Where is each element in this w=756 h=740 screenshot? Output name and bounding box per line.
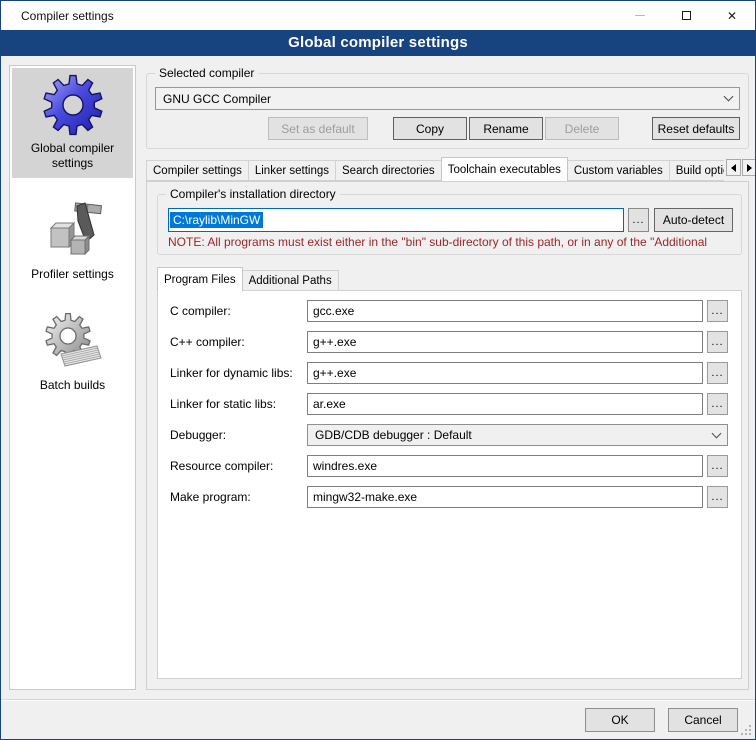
program-files-panel: C compiler: ... C++ compiler: ... Linker… — [157, 290, 742, 679]
reset-defaults-button[interactable]: Reset defaults — [652, 117, 740, 140]
chevron-down-icon — [712, 428, 722, 438]
field-label: Resource compiler: — [170, 459, 307, 473]
set-as-default-button[interactable]: Set as default — [268, 117, 368, 140]
titlebar[interactable]: Compiler settings ✕ — [1, 1, 755, 30]
field-row: Linker for dynamic libs: ... — [170, 362, 728, 384]
tab-scroll-right-button[interactable] — [742, 159, 756, 176]
resize-grip[interactable] — [749, 733, 751, 735]
toolchain-executables-panel: Compiler's installation directory C:\ray… — [146, 181, 749, 690]
blue-gear-icon — [41, 73, 105, 137]
rename-button[interactable]: Rename — [469, 117, 543, 140]
dialog-footer: OK Cancel — [1, 699, 755, 739]
static-linker-input[interactable] — [307, 393, 703, 415]
compiler-tabs: Compiler settings Linker settings Search… — [146, 156, 724, 181]
sidebar-item-label: Batch builds — [40, 378, 105, 393]
c-compiler-input[interactable] — [307, 300, 703, 322]
note-text: NOTE: All programs must exist either in … — [168, 235, 733, 249]
static-linker-browse-button[interactable]: ... — [707, 393, 728, 415]
field-label: Linker for static libs: — [170, 397, 307, 411]
sidebar-item-profiler-settings[interactable]: Profiler settings — [12, 194, 133, 289]
minimize-button[interactable] — [617, 1, 663, 30]
banner-title: Global compiler settings — [288, 34, 468, 51]
ok-button[interactable]: OK — [585, 708, 655, 732]
triangle-left-icon — [731, 164, 736, 172]
tab-build-options[interactable]: Build options — [669, 160, 724, 181]
tab-linker-settings[interactable]: Linker settings — [248, 160, 336, 181]
cancel-button[interactable]: Cancel — [668, 708, 738, 732]
main-content: Selected compiler GNU GCC Compiler Set a… — [146, 63, 749, 690]
browse-directory-button[interactable]: ... — [628, 208, 649, 232]
field-label: C++ compiler: — [170, 335, 307, 349]
tab-bar: Compiler settings Linker settings Search… — [146, 156, 749, 181]
dynamic-linker-browse-button[interactable]: ... — [707, 362, 728, 384]
selected-compiler-value: GNU GCC Compiler — [163, 92, 271, 106]
sidebar-item-label: Profiler settings — [31, 267, 114, 282]
make-program-input[interactable] — [307, 486, 703, 508]
c-compiler-browse-button[interactable]: ... — [707, 300, 728, 322]
close-button[interactable]: ✕ — [709, 1, 755, 30]
debugger-dropdown[interactable]: GDB/CDB debugger : Default — [307, 424, 728, 446]
field-row: Debugger: GDB/CDB debugger : Default — [170, 424, 728, 446]
cpp-compiler-browse-button[interactable]: ... — [707, 331, 728, 353]
field-row: Linker for static libs: ... — [170, 393, 728, 415]
field-row: Make program: ... — [170, 486, 728, 508]
installation-directory-group: Compiler's installation directory C:\ray… — [157, 194, 742, 255]
compiler-buttons-row: Set as default Copy Rename Delete Reset … — [155, 117, 740, 140]
chevron-down-icon — [724, 92, 734, 102]
delete-button[interactable]: Delete — [545, 117, 619, 140]
field-row: Resource compiler: ... — [170, 455, 728, 477]
program-files-tab-bar: Program Files Additional Paths — [157, 267, 748, 291]
copy-button[interactable]: Copy — [393, 117, 467, 140]
debugger-value: GDB/CDB debugger : Default — [315, 428, 472, 442]
subtab-program-files[interactable]: Program Files — [157, 267, 243, 292]
tab-scroll-left-button[interactable] — [726, 159, 741, 176]
close-icon: ✕ — [727, 10, 737, 22]
caliper-icon — [41, 199, 105, 263]
field-label: C compiler: — [170, 304, 307, 318]
resource-compiler-browse-button[interactable]: ... — [707, 455, 728, 477]
window-title: Compiler settings — [1, 9, 114, 23]
sidebar-item-label: Global compiler settings — [14, 141, 131, 171]
subtab-additional-paths[interactable]: Additional Paths — [242, 270, 339, 291]
maximize-button[interactable] — [663, 1, 709, 30]
tab-search-directories[interactable]: Search directories — [335, 160, 442, 181]
tab-toolchain-executables[interactable]: Toolchain executables — [441, 157, 568, 181]
installation-directory-input[interactable]: C:\raylib\MinGW — [168, 208, 624, 232]
selected-compiler-dropdown[interactable]: GNU GCC Compiler — [155, 87, 740, 110]
tab-custom-variables[interactable]: Custom variables — [567, 160, 670, 181]
resource-compiler-input[interactable] — [307, 455, 703, 477]
minimize-icon — [635, 15, 645, 16]
installation-directory-row: C:\raylib\MinGW ... Auto-detect — [168, 208, 733, 232]
compiler-settings-dialog: Compiler settings ✕ Global compiler sett… — [0, 0, 756, 740]
window-controls: ✕ — [617, 1, 755, 30]
triangle-right-icon — [747, 164, 752, 172]
gray-gear-stack-icon — [41, 310, 105, 374]
dynamic-linker-input[interactable] — [307, 362, 703, 384]
tab-compiler-settings[interactable]: Compiler settings — [146, 160, 249, 181]
sidebar-item-global-compiler-settings[interactable]: Global compiler settings — [12, 68, 133, 178]
field-label: Make program: — [170, 490, 307, 504]
field-row: C++ compiler: ... — [170, 331, 728, 353]
auto-detect-button[interactable]: Auto-detect — [654, 208, 733, 232]
field-row: C compiler: ... — [170, 300, 728, 322]
selected-compiler-group: Selected compiler GNU GCC Compiler Set a… — [146, 73, 749, 149]
dialog-banner: Global compiler settings — [1, 30, 755, 56]
cpp-compiler-input[interactable] — [307, 331, 703, 353]
field-label: Linker for dynamic libs: — [170, 366, 307, 380]
maximize-icon — [682, 11, 691, 20]
settings-category-list: Global compiler settings Profiler settin… — [9, 65, 136, 690]
group-label: Compiler's installation directory — [166, 187, 340, 201]
selected-text: C:\raylib\MinGW — [170, 212, 263, 228]
group-label: Selected compiler — [155, 66, 258, 80]
sidebar-item-batch-builds[interactable]: Batch builds — [12, 305, 133, 400]
field-label: Debugger: — [170, 428, 307, 442]
make-program-browse-button[interactable]: ... — [707, 486, 728, 508]
